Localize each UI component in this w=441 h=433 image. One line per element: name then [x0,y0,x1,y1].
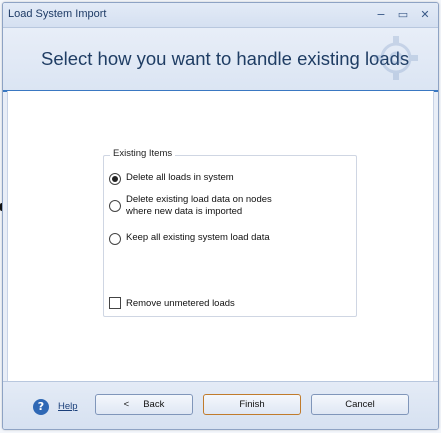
radio-button[interactable] [109,200,121,212]
wizard-footer: ? Help < Back Finish Cancel [3,381,438,429]
help-icon[interactable]: ? [33,399,49,415]
remove-unmetered-loads-checkbox[interactable]: Remove unmetered loads [109,297,235,309]
option-keep-all[interactable]: Keep all existing system load data [109,232,270,245]
checkbox-label: Remove unmetered loads [126,297,235,309]
radio-button[interactable] [109,233,121,245]
finish-button[interactable]: Finish [203,394,301,415]
help-link[interactable]: Help [58,401,78,412]
option-label: Delete all loads in system [126,172,234,183]
chevron-left-icon: < [123,399,130,410]
wizard-header: Select how you want to handle existing l… [3,28,438,92]
page-title: Select how you want to handle existing l… [41,48,410,69]
window-title: Load System Import [8,8,107,20]
title-bar[interactable]: Load System Import − ▭ ✕ [3,3,438,28]
option-delete-all[interactable]: Delete all loads in system [109,172,234,185]
finish-button-label: Finish [239,399,265,410]
dialog-window: Load System Import − ▭ ✕ Select how you … [2,2,439,430]
radio-button-selected[interactable] [109,173,121,185]
minimize-button[interactable]: − [372,6,390,22]
existing-items-group: Existing Items Delete all loads in syste… [103,148,357,317]
back-button-label: Back [143,399,165,410]
option-label: Keep all existing system load data [126,232,270,243]
option-delete-existing-on-nodes[interactable]: Delete existing load data on nodes where… [109,194,272,218]
gear-icon [374,36,418,80]
window-controls: − ▭ ✕ [372,6,434,22]
maximize-button[interactable]: ▭ [394,6,412,22]
cancel-button-label: Cancel [345,399,375,410]
group-legend: Existing Items [110,148,176,159]
close-button[interactable]: ✕ [416,6,434,22]
content-area: Existing Items Delete all loads in syste… [7,91,434,381]
option-label: Delete existing load data on nodes where… [126,194,272,217]
back-button[interactable]: < Back [95,394,193,415]
cancel-button[interactable]: Cancel [311,394,409,415]
checkbox-box[interactable] [109,297,121,309]
